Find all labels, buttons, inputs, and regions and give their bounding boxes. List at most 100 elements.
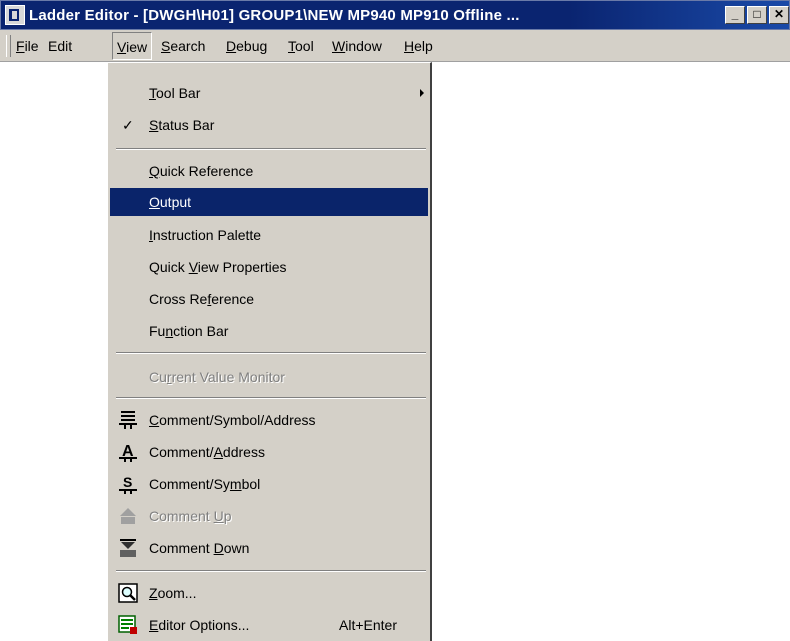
menu-item-label: ool Bar bbox=[156, 85, 201, 101]
menu-item-label: p bbox=[223, 508, 232, 524]
menubar-grip[interactable] bbox=[6, 35, 11, 57]
menu-item-label: rent Value Monitor bbox=[171, 369, 285, 385]
zoom-icon bbox=[118, 583, 138, 603]
menu-item-label: Comment bbox=[149, 540, 214, 556]
menu-window[interactable]: Window bbox=[332, 38, 382, 54]
menu-help[interactable]: Help bbox=[404, 38, 433, 54]
mnemonic: n bbox=[165, 323, 174, 339]
menu-item-function-bar[interactable]: Function Bar bbox=[110, 317, 428, 345]
maximize-button[interactable]: □ bbox=[747, 6, 767, 24]
view-menu-dropdown: Tool Bar ✓ Status Bar Quick Reference Ou… bbox=[107, 62, 432, 641]
menu-item-quick-reference[interactable]: Quick Reference bbox=[110, 157, 428, 185]
menu-item-label: Cross Re bbox=[149, 291, 208, 307]
mnemonic: Q bbox=[149, 163, 160, 179]
menu-label: ile bbox=[24, 38, 39, 54]
comment-down-icon bbox=[120, 539, 136, 557]
menu-item-output[interactable]: Output bbox=[110, 188, 428, 216]
menu-label: Edit bbox=[48, 38, 73, 54]
window-controls: _ □ ✕ bbox=[725, 6, 789, 24]
window-title: Ladder Editor - [DWGH\H01] GROUP1\NEW MP… bbox=[29, 6, 520, 24]
mnemonic: U bbox=[213, 508, 224, 524]
menu-item-label: Cu bbox=[149, 369, 167, 385]
menu-tool[interactable]: Tool bbox=[288, 38, 314, 54]
submenu-arrow-icon bbox=[420, 89, 424, 97]
menu-item-label: uick Reference bbox=[159, 163, 254, 179]
menu-item-comment-up: Comment Up bbox=[110, 502, 428, 530]
menu-item-comment-down[interactable]: Comment Down bbox=[110, 534, 428, 562]
menu-item-label: Quick bbox=[149, 259, 189, 275]
menu-separator bbox=[116, 352, 426, 354]
menu-label: indow bbox=[345, 38, 382, 54]
menu-item-comment-symbol-address[interactable]: Comment/Symbol/Address bbox=[110, 406, 428, 434]
menu-item-label: own bbox=[223, 540, 250, 556]
menu-item-quick-view-properties[interactable]: Quick View Properties bbox=[110, 253, 428, 281]
menu-item-label: nstruction Palette bbox=[152, 227, 262, 243]
menu-separator bbox=[116, 148, 426, 150]
shortcut-label: Alt+Enter bbox=[339, 617, 397, 633]
checkmark-icon: ✓ bbox=[122, 117, 134, 133]
mnemonic: S bbox=[161, 38, 171, 54]
menu-item-zoom[interactable]: Zoom... bbox=[110, 579, 428, 607]
mnemonic: V bbox=[188, 259, 198, 275]
mnemonic: D bbox=[213, 540, 224, 556]
mnemonic: D bbox=[226, 38, 237, 54]
menu-item-comment-address[interactable]: A Comment/Address bbox=[110, 438, 428, 466]
mnemonic: O bbox=[149, 194, 160, 210]
menu-item-label: iew Properties bbox=[197, 259, 287, 275]
menu-item-label: ddress bbox=[222, 444, 265, 460]
mnemonic: F bbox=[16, 38, 25, 54]
comment-up-icon bbox=[120, 508, 136, 524]
menu-label: earch bbox=[170, 38, 206, 54]
menu-search[interactable]: Search bbox=[161, 38, 205, 54]
menu-item-editor-options[interactable]: Editor Options... Alt+Enter bbox=[110, 611, 428, 639]
mnemonic: A bbox=[213, 444, 223, 460]
app-icon[interactable] bbox=[5, 5, 25, 25]
menu-item-current-value-monitor: Current Value Monitor bbox=[110, 363, 428, 391]
menu-item-label: ction Bar bbox=[173, 323, 229, 339]
menu-label: iew bbox=[126, 39, 148, 55]
menu-separator bbox=[116, 397, 426, 399]
menu-view[interactable]: View bbox=[112, 32, 153, 60]
menu-item-label: omment/Symbol/Address bbox=[159, 412, 316, 428]
editor-options-icon bbox=[118, 615, 137, 634]
mnemonic: Z bbox=[149, 585, 158, 601]
menu-item-label: utput bbox=[159, 194, 192, 210]
mnemonic: E bbox=[149, 617, 159, 633]
comment-symbol-address-icon bbox=[119, 411, 137, 429]
mnemonic: W bbox=[332, 38, 346, 54]
mnemonic: T bbox=[288, 38, 295, 54]
menu-item-status-bar[interactable]: ✓ Status Bar bbox=[110, 111, 428, 139]
menu-edit[interactable]: Edit bbox=[48, 38, 72, 54]
close-button[interactable]: ✕ bbox=[769, 6, 789, 24]
mnemonic: m bbox=[229, 476, 242, 492]
menu-item-comment-symbol[interactable]: S Comment/Symbol bbox=[110, 470, 428, 498]
menu-separator bbox=[116, 570, 426, 572]
menu-label: ool bbox=[295, 38, 314, 54]
menu-item-label: Fu bbox=[149, 323, 166, 339]
menu-item-instruction-palette[interactable]: Instruction Palette bbox=[110, 221, 428, 249]
mnemonic: C bbox=[149, 412, 160, 428]
mnemonic: H bbox=[404, 38, 415, 54]
menu-item-label: Comment bbox=[149, 508, 214, 524]
minimize-button[interactable]: _ bbox=[725, 6, 745, 24]
menu-debug[interactable]: Debug bbox=[226, 38, 267, 54]
mnemonic: T bbox=[149, 85, 156, 101]
title-bar: Ladder Editor - [DWGH\H01] GROUP1\NEW MP… bbox=[0, 0, 790, 30]
menu-bar: File Edit View Search Debug Tool Window … bbox=[0, 30, 790, 62]
menu-item-label: tatus Bar bbox=[158, 117, 215, 133]
menu-item-cross-reference[interactable]: Cross Reference bbox=[110, 285, 428, 313]
menu-label: ebug bbox=[236, 38, 268, 54]
menu-item-label: Comment/ bbox=[149, 444, 214, 460]
menu-item-label: oom... bbox=[157, 585, 197, 601]
comment-symbol-icon: S bbox=[119, 474, 137, 494]
svg-text:S: S bbox=[123, 474, 132, 490]
menu-file[interactable]: File bbox=[16, 38, 39, 54]
menu-item-tool-bar[interactable]: Tool Bar bbox=[110, 79, 428, 107]
mnemonic: S bbox=[149, 117, 159, 133]
menu-item-label: bol bbox=[241, 476, 261, 492]
mnemonic: V bbox=[117, 39, 127, 55]
menu-label: elp bbox=[414, 38, 433, 54]
menu-item-label: Comment/Sy bbox=[149, 476, 230, 492]
menu-item-label: erence bbox=[211, 291, 255, 307]
menu-item-label: ditor Options... bbox=[158, 617, 250, 633]
